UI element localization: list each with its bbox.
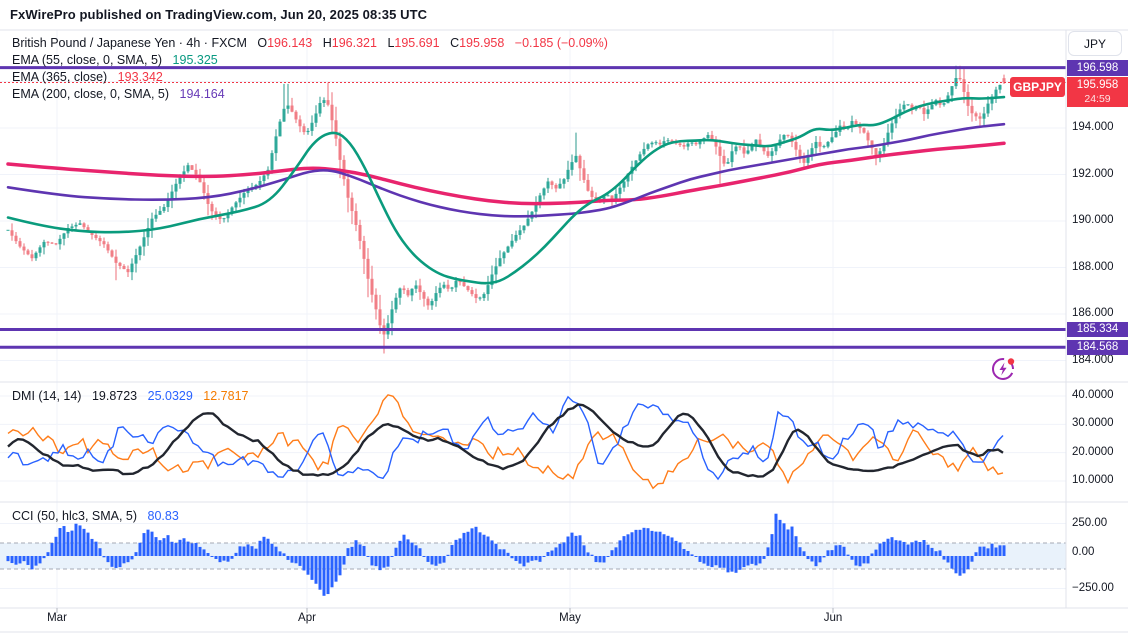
lightning-bolt-glyph [999,362,1007,376]
chart-widget: FxWirePro published on TradingView.com, … [0,0,1128,637]
high-label: H [322,36,332,50]
dmi-tick-label: 30.0000 [1072,417,1114,430]
open-value: 196.143 [267,36,313,50]
month-label-mar: Mar [47,612,67,624]
ema200-label: EMA (200, close, 0, SMA, 5) [12,87,170,101]
last-price-value: 195.958 [1076,79,1119,91]
ema365-value: 193.342 [117,70,163,84]
dmi-tick-label: 10.0000 [1072,474,1114,486]
ema55-legend-row[interactable]: EMA (55, close, 0, SMA, 5) 195.325 [12,53,218,67]
dmi-adx-value: 19.8723 [91,389,138,403]
cci-legend-row[interactable]: CCI (50, hlc3, SMA, 5) 80.83 [12,509,179,523]
close-label: C [450,36,460,50]
close-value: 195.958 [459,36,505,50]
ema55-value: 195.325 [172,53,218,67]
flash-boost-icon[interactable] [987,353,1019,385]
price-tick-label: 190.000 [1072,214,1114,226]
resistance-level-badge: 196.598 [1067,59,1128,76]
cci-title: CCI (50, hlc3, SMA, 5) [12,509,138,523]
price-tick-label: 192.000 [1072,167,1114,180]
support-level-badge-2: 184.568 [1067,340,1128,355]
month-label-jun: Jun [823,612,843,624]
price-tick-label: 186.000 [1072,307,1114,319]
price-tick-label: 194.000 [1072,121,1114,133]
ema200-value: 194.164 [179,87,225,101]
price-tick-label: 184.000 [1072,353,1114,366]
ema200-legend-row[interactable]: EMA (200, close, 0, SMA, 5) 194.164 [12,87,225,101]
change-value: −0.185 (−0.09%) [514,36,608,50]
ema365-label: EMA (365, close) [12,70,108,84]
low-value: 195.691 [394,36,440,50]
ema365-legend-row[interactable]: EMA (365, close) 193.342 [12,70,163,84]
dmi-legend-row[interactable]: DMI (14, 14) 19.8723 25.0329 12.7817 [12,389,248,403]
open-label: O [257,36,268,50]
symbol-title: British Pound / Japanese Yen · 4h · FXCM [12,36,247,50]
cci-tick-label: −250.00 [1072,581,1114,594]
dmi-minus-di-value: 12.7817 [203,389,249,403]
notification-dot [1007,358,1015,365]
symbol-price-label-badge: GBPJPY [1010,77,1065,97]
support-level-badge-1: 185.334 [1067,322,1128,337]
symbol-legend-row[interactable]: British Pound / Japanese Yen · 4h · FXCM… [12,36,608,50]
cci-tick-label: 250.00 [1072,516,1108,529]
month-label-apr: Apr [298,612,316,624]
dmi-tick-label: 40.0000 [1072,389,1114,401]
ema55-label: EMA (55, close, 0, SMA, 5) [12,53,163,67]
currency-unit-button[interactable]: JPY [1068,31,1122,56]
high-value: 196.321 [331,36,377,50]
cci-tick-label: 0.00 [1072,546,1095,558]
dmi-tick-label: 20.0000 [1072,445,1114,458]
last-price-badge: 195.958 24:59 [1067,77,1128,107]
cci-value: 80.83 [147,509,179,523]
month-label-may: May [559,612,581,624]
price-tick-label: 188.000 [1072,260,1114,273]
dmi-title: DMI (14, 14) [12,389,82,403]
bar-countdown: 24:59 [1084,93,1111,105]
dmi-plus-di-value: 25.0329 [147,389,193,403]
